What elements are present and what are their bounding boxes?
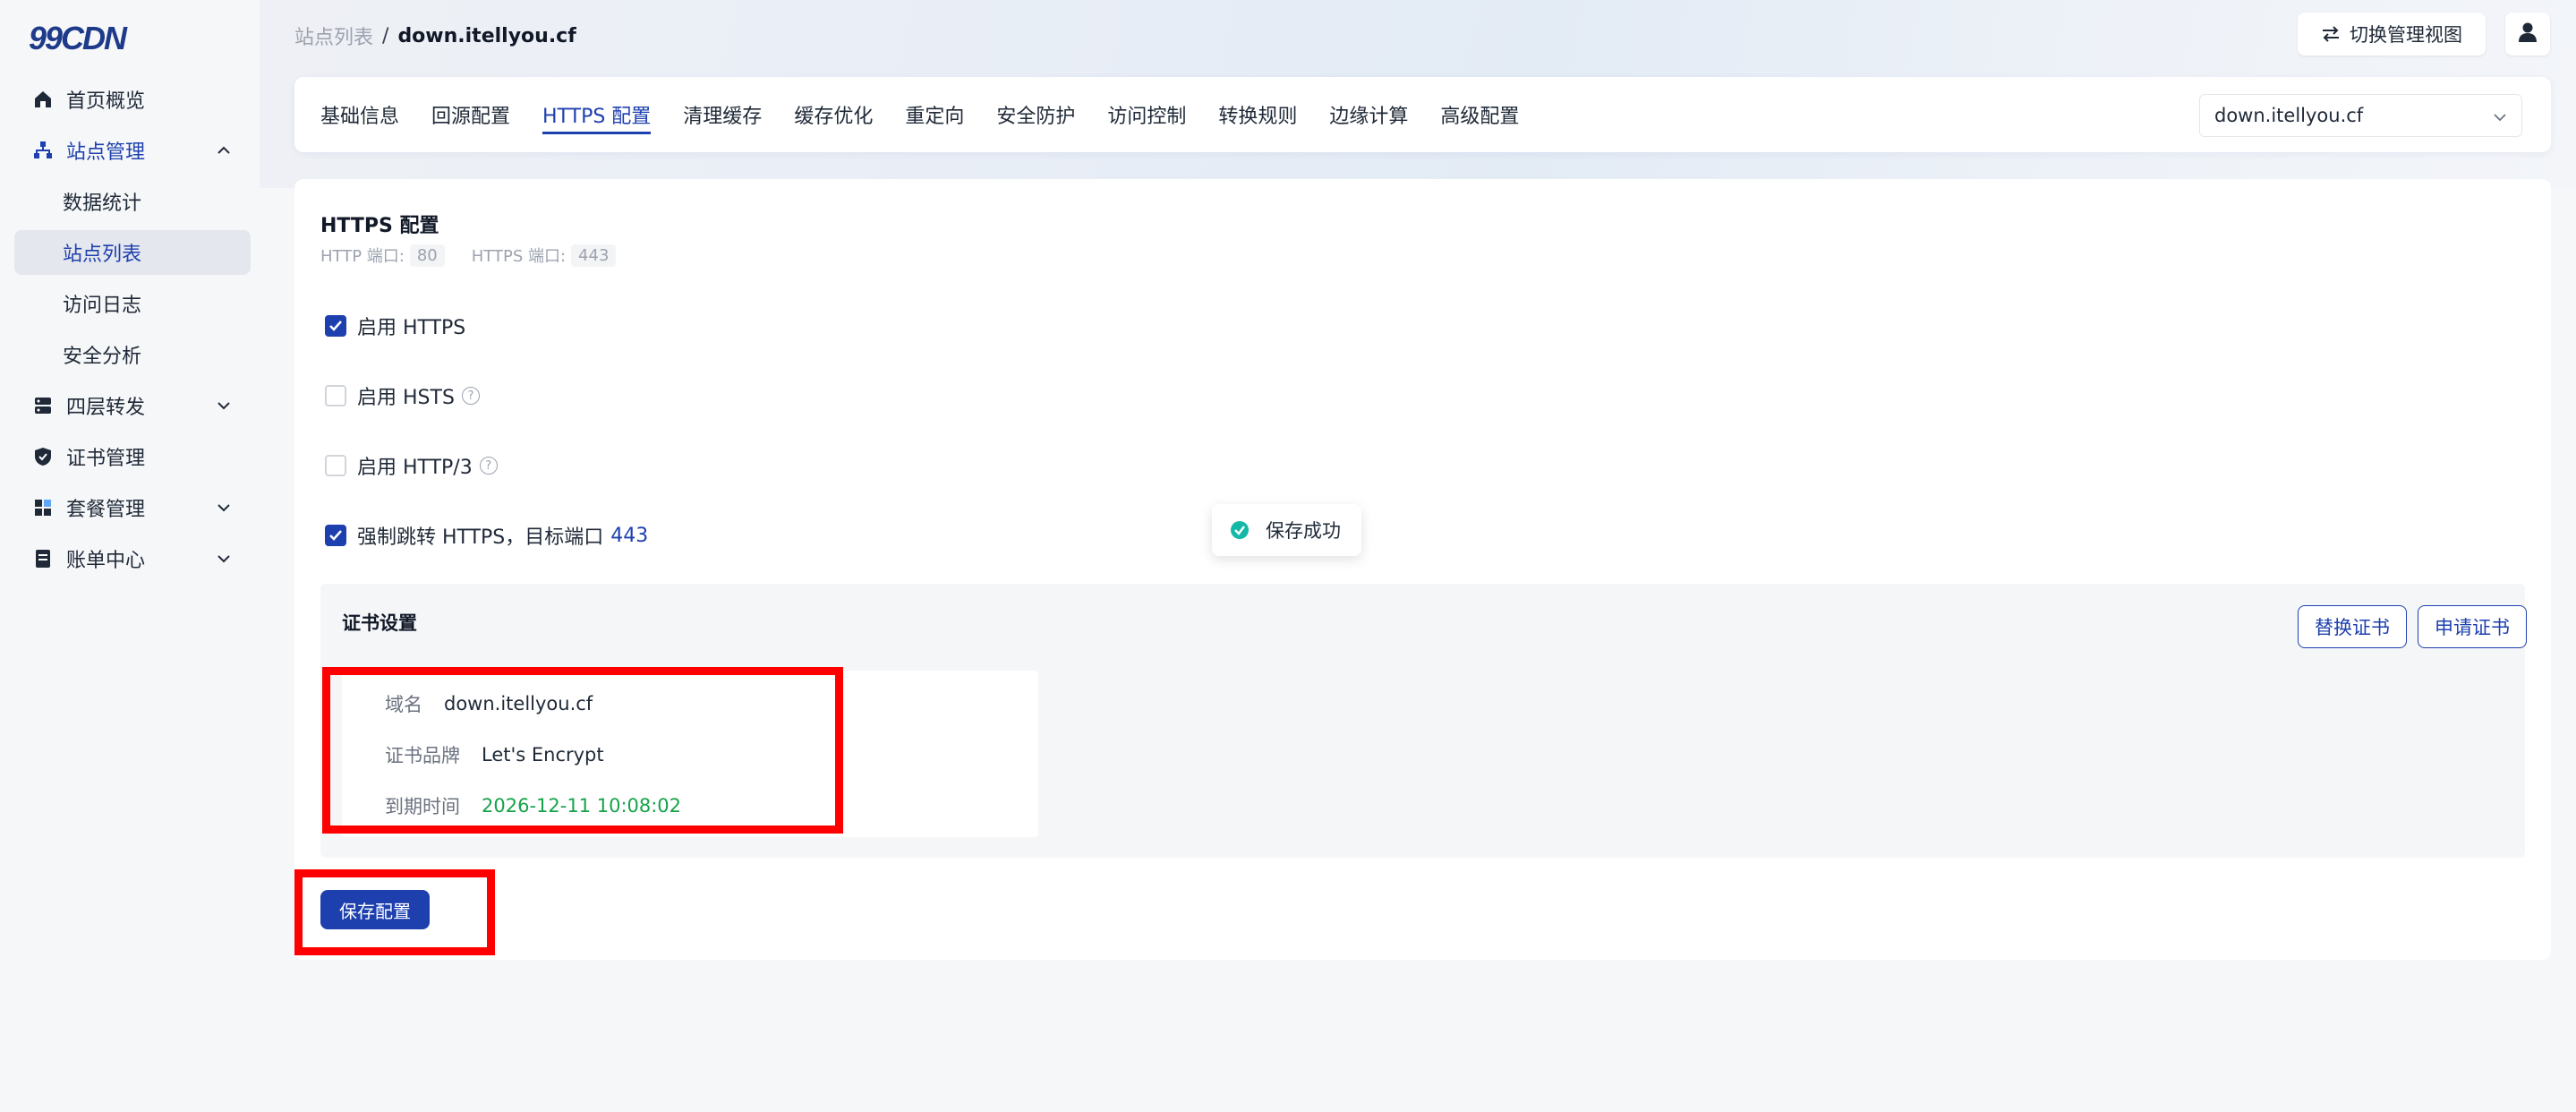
sidebar: 99CDN 首页概览 站点管理 数据统计 站点列表 访问日志 安全分析 四层转发 bbox=[0, 0, 260, 1112]
save-config-button[interactable]: 保存配置 bbox=[320, 890, 430, 929]
sidebar-item-security-analysis[interactable]: 安全分析 bbox=[14, 332, 251, 377]
logo: 99CDN bbox=[29, 20, 127, 56]
enable-https-label: 启用 HTTPS bbox=[357, 317, 466, 339]
toast-message: 保存成功 bbox=[1266, 520, 1341, 542]
chevron-down-icon bbox=[215, 550, 233, 568]
cert-expiry-key: 到期时间 bbox=[385, 796, 460, 817]
cert-brand-key: 证书品牌 bbox=[385, 745, 460, 766]
breadcrumb-site-list-link[interactable]: 站点列表 bbox=[294, 21, 373, 50]
tab-security-protection[interactable]: 安全防护 bbox=[996, 77, 1075, 152]
enable-hsts-checkbox[interactable] bbox=[325, 385, 346, 406]
force-redirect-checkbox[interactable] bbox=[325, 525, 346, 546]
port-info: HTTP 端口: 80 HTTPS 端口: 443 bbox=[320, 244, 643, 267]
help-icon[interactable]: ? bbox=[461, 387, 480, 405]
sidebar-item-l4-forwarding[interactable]: 四层转发 bbox=[14, 383, 251, 428]
force-redirect-label: 强制跳转 HTTPS，目标端口 bbox=[357, 526, 604, 549]
swap-icon bbox=[2321, 26, 2341, 42]
http-port-label: HTTP 端口: bbox=[320, 247, 405, 266]
user-icon bbox=[2518, 21, 2538, 47]
tab-advanced-config[interactable]: 高级配置 bbox=[1440, 77, 1519, 152]
tab-redirect[interactable]: 重定向 bbox=[905, 77, 964, 152]
tab-origin-config[interactable]: 回源配置 bbox=[431, 77, 510, 152]
home-icon bbox=[32, 89, 54, 110]
enable-http3-label: 启用 HTTP/3 bbox=[357, 457, 473, 479]
cert-domain-row: 域名 down.itellyou.cf bbox=[385, 690, 593, 717]
sidebar-item-home[interactable]: 首页概览 bbox=[14, 77, 251, 122]
https-port-tag: 443 bbox=[571, 244, 617, 267]
tab-basic-info[interactable]: 基础信息 bbox=[320, 77, 399, 152]
replace-cert-button[interactable]: 替换证书 bbox=[2298, 605, 2407, 648]
https-port-label: HTTPS 端口: bbox=[471, 247, 567, 266]
sitemap-icon bbox=[32, 140, 54, 161]
tab-bar: 基础信息 回源配置 HTTPS 配置 清理缓存 缓存优化 重定向 安全防护 访问… bbox=[294, 77, 2551, 152]
chevron-up-icon bbox=[215, 141, 233, 159]
success-toast: 保存成功 bbox=[1212, 504, 1361, 556]
target-port-link[interactable]: 443 bbox=[610, 525, 648, 547]
sidebar-item-data-stats[interactable]: 数据统计 bbox=[14, 179, 251, 224]
https-config-panel: HTTPS 配置 HTTP 端口: 80 HTTPS 端口: 443 启用 HT… bbox=[294, 179, 2551, 960]
enable-hsts-label: 启用 HSTS bbox=[357, 387, 455, 409]
chevron-down-icon bbox=[2493, 105, 2507, 126]
breadcrumb: 站点列表 / down.itellyou.cf bbox=[294, 21, 576, 50]
cert-brand-value: Let's Encrypt bbox=[482, 744, 604, 766]
check-circle-icon bbox=[1230, 520, 1250, 540]
chevron-down-icon bbox=[215, 499, 233, 517]
sidebar-item-billing[interactable]: 账单中心 bbox=[14, 536, 251, 581]
cert-settings-title: 证书设置 bbox=[342, 612, 417, 634]
section-title: HTTPS 配置 bbox=[320, 215, 439, 237]
sidebar-item-access-logs[interactable]: 访问日志 bbox=[14, 281, 251, 326]
enable-https-checkbox[interactable] bbox=[325, 315, 346, 337]
help-icon[interactable]: ? bbox=[479, 457, 498, 475]
cert-settings-panel: 证书设置 替换证书 申请证书 域名 down.itellyou.cf 证书品牌 … bbox=[320, 584, 2527, 858]
tab-purge-cache[interactable]: 清理缓存 bbox=[683, 77, 762, 152]
tab-cache-optimization[interactable]: 缓存优化 bbox=[794, 77, 873, 152]
breadcrumb-separator: / bbox=[382, 24, 389, 47]
tab-https-config[interactable]: HTTPS 配置 bbox=[542, 77, 652, 152]
sidebar-item-cert-management[interactable]: 证书管理 bbox=[14, 434, 251, 479]
chevron-down-icon bbox=[215, 397, 233, 415]
sidebar-item-plan-management[interactable]: 套餐管理 bbox=[14, 485, 251, 530]
tab-transform-rules[interactable]: 转换规则 bbox=[1218, 77, 1297, 152]
bill-icon bbox=[32, 548, 54, 569]
force-redirect-row: 强制跳转 HTTPS，目标端口 443 bbox=[325, 521, 648, 550]
switch-view-button[interactable]: 切换管理视图 bbox=[2298, 13, 2486, 56]
enable-http3-row: 启用 HTTP/3 ? bbox=[325, 451, 498, 480]
enable-https-row: 启用 HTTPS bbox=[325, 312, 465, 340]
cert-expiry-row: 到期时间 2026-12-11 10:08:02 bbox=[385, 792, 681, 819]
tab-access-control[interactable]: 访问控制 bbox=[1107, 77, 1186, 152]
sidebar-item-site-management[interactable]: 站点管理 bbox=[14, 128, 251, 173]
enable-http3-checkbox[interactable] bbox=[325, 455, 346, 476]
http-port-tag: 80 bbox=[409, 244, 445, 267]
tab-edge-computing[interactable]: 边缘计算 bbox=[1329, 77, 1408, 152]
cert-domain-key: 域名 bbox=[385, 694, 422, 715]
cert-expiry-value: 2026-12-11 10:08:02 bbox=[482, 795, 682, 817]
user-avatar-button[interactable] bbox=[2505, 13, 2550, 56]
cert-domain-value: down.itellyou.cf bbox=[444, 693, 593, 714]
sidebar-item-site-list[interactable]: 站点列表 bbox=[14, 230, 251, 275]
domain-select[interactable]: down.itellyou.cf bbox=[2199, 94, 2522, 137]
apps-icon bbox=[32, 497, 54, 518]
tabs: 基础信息 回源配置 HTTPS 配置 清理缓存 缓存优化 重定向 安全防护 访问… bbox=[320, 77, 1551, 152]
apply-cert-button[interactable]: 申请证书 bbox=[2418, 605, 2527, 648]
server-icon bbox=[32, 395, 54, 416]
enable-hsts-row: 启用 HSTS ? bbox=[325, 381, 480, 410]
breadcrumb-current: down.itellyou.cf bbox=[397, 24, 576, 47]
cert-info-box: 域名 down.itellyou.cf 证书品牌 Let's Encrypt 到… bbox=[342, 671, 1038, 837]
shield-icon bbox=[32, 446, 54, 467]
cert-brand-row: 证书品牌 Let's Encrypt bbox=[385, 741, 604, 768]
